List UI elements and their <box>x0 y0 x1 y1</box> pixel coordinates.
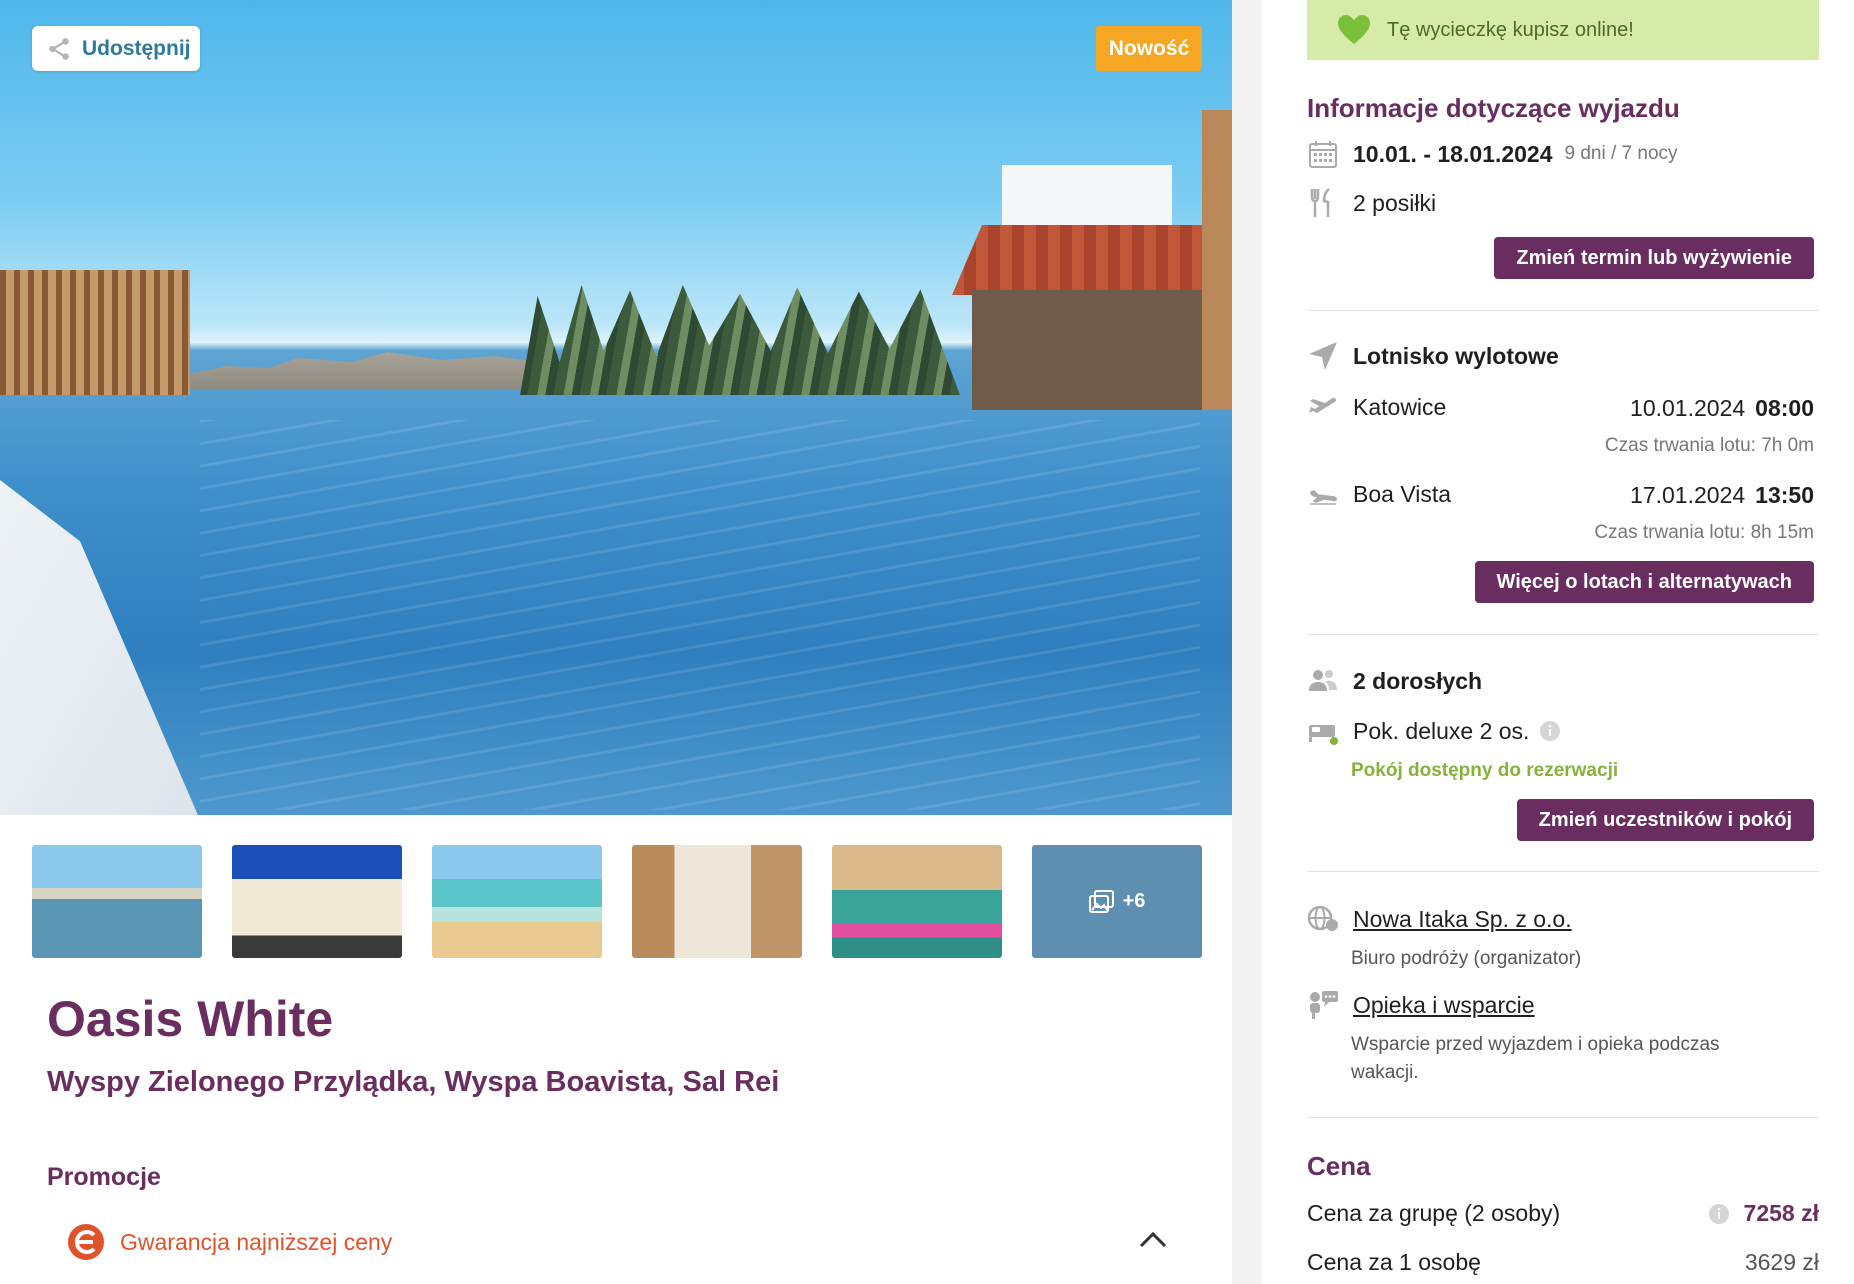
price-group-value: 7258 zł <box>1743 1200 1819 1226</box>
flight-return-time: 13:50 <box>1755 482 1814 508</box>
organizer-description: Biuro podróży (organizator) <box>1351 948 1582 969</box>
flight-return-date: 17.01.2024 <box>1630 482 1746 508</box>
promotions-title: Promocje <box>47 1163 161 1191</box>
photo-wall <box>1202 110 1232 410</box>
photo-fence <box>0 270 190 395</box>
info-icon[interactable] <box>1708 1203 1730 1225</box>
chevron-up-icon[interactable] <box>1138 1228 1168 1250</box>
people-icon <box>1309 670 1337 691</box>
price-person-label: Cena za 1 osobę <box>1307 1249 1481 1275</box>
online-banner-text: Tę wycieczkę kupisz online! <box>1387 18 1634 41</box>
promotion-item[interactable]: Gwarancja najniższej ceny <box>66 1222 392 1262</box>
hero-photo-pool[interactable]: Udostępnij Nowość <box>0 0 1232 815</box>
more-photos: +6 <box>1088 889 1146 914</box>
thumbnail-hotel[interactable] <box>232 845 402 958</box>
meals: 2 posiłki <box>1353 189 1437 216</box>
more-photos-count: +6 <box>1122 890 1146 912</box>
trip-dates: 10.01. - 18.01.2024 <box>1353 140 1553 167</box>
flight-outbound-time: 08:00 <box>1755 395 1814 421</box>
trip-dates-row: 10.01. - 18.01.2024 9 dni / 7 nocy <box>1307 138 1678 170</box>
price-guarantee-icon <box>68 1224 104 1260</box>
thumbnail-lobby[interactable] <box>632 845 802 958</box>
thumbnail-restaurant[interactable] <box>832 845 1002 958</box>
thumbnail-harbor[interactable] <box>32 845 202 958</box>
participants: 2 dorosłych <box>1353 668 1482 695</box>
flight-return-duration: Czas trwania lotu: 8h 15m <box>1594 522 1814 543</box>
divider <box>1307 634 1819 635</box>
divider <box>1307 310 1819 311</box>
organizer-link[interactable]: Nowa Itaka Sp. z o.o. <box>1353 906 1572 933</box>
navigation-arrow-icon <box>1309 342 1337 370</box>
heart-icon <box>1338 15 1370 44</box>
participants-row: 2 dorosłych <box>1307 665 1482 697</box>
share-icon <box>49 37 69 60</box>
flight-outbound-row: Katowice <box>1307 391 1446 423</box>
more-flights-button[interactable]: Więcej o lotach i alternatywach <box>1474 561 1814 603</box>
plane-takeoff-icon <box>1309 398 1337 413</box>
room-type: Pok. deluxe 2 os. <box>1353 717 1530 744</box>
plane-landing-icon <box>1310 490 1337 505</box>
price-group-row: Cena za grupę (2 osoby) 7258 zł <box>1307 1200 1819 1227</box>
flight-outbound-date: 10.01.2024 <box>1630 395 1746 421</box>
online-purchase-banner: Tę wycieczkę kupisz online! <box>1307 0 1819 60</box>
globe-icon <box>1307 905 1338 931</box>
room-availability: Pokój dostępny do rezerwacji <box>1351 760 1619 781</box>
gallery-icon <box>1088 889 1114 913</box>
photo-deck <box>0 480 200 815</box>
divider <box>1307 871 1819 872</box>
participants-count: 2 dorosłych <box>1353 667 1483 694</box>
calendar-icon <box>1309 141 1337 168</box>
flight-return-city: Boa Vista <box>1353 480 1452 507</box>
hotel-name: Oasis White <box>47 991 334 1047</box>
booking-sidebar: Tę wycieczkę kupisz online! Informacje d… <box>1262 0 1854 1284</box>
flight-outbound-datetime: 10.01.2024 08:00 <box>1630 395 1814 422</box>
info-icon[interactable] <box>1539 720 1561 742</box>
flight-outbound-duration: Czas trwania lotu: 7h 0m <box>1604 435 1814 456</box>
thumbnail-beach[interactable] <box>432 845 602 958</box>
photo-skyline <box>190 352 550 390</box>
support-link[interactable]: Opieka i wsparcie <box>1353 992 1535 1019</box>
price-person-value: 3629 zł <box>1744 1249 1819 1275</box>
share-label: Udostępnij <box>82 36 191 60</box>
room-row: Pok. deluxe 2 os. <box>1307 715 1561 747</box>
photo-plants <box>520 285 960 395</box>
new-badge: Nowość <box>1096 26 1202 71</box>
price-group-label: Cena za grupę (2 osoby) <box>1307 1200 1561 1226</box>
organizer-row: Nowa Itaka Sp. z o.o. <box>1307 903 1572 935</box>
change-room-button[interactable]: Zmień uczestników i pokój <box>1516 799 1814 841</box>
price-person-row: Cena za 1 osobę 3629 zł <box>1307 1249 1819 1276</box>
trip-info-title: Informacje dotyczące wyjazdu <box>1307 93 1680 123</box>
meals-row: 2 posiłki <box>1307 187 1436 219</box>
cutlery-icon <box>1310 188 1330 217</box>
divider <box>1307 1117 1819 1118</box>
support-row: Opieka i wsparcie <box>1307 989 1535 1021</box>
support-description: Wsparcie przed wyjazdem i opieka podczas… <box>1351 1034 1720 1083</box>
price-title: Cena <box>1307 1151 1371 1181</box>
promotion-label: Gwarancja najniższej ceny <box>120 1228 393 1255</box>
support-agent-icon <box>1310 991 1338 1019</box>
share-button[interactable]: Udostępnij <box>32 26 200 71</box>
airport-title: Lotnisko wylotowe <box>1353 342 1559 369</box>
airport-title-row: Lotnisko wylotowe <box>1307 340 1559 372</box>
trip-duration: 9 dni / 7 nocy <box>1564 143 1678 164</box>
change-date-button[interactable]: Zmień termin lub wyżywienie <box>1494 237 1814 279</box>
offer-main-column: Udostępnij Nowość +6 Oasis White Wyspy Z… <box>0 0 1232 1284</box>
bed-icon <box>1309 725 1338 745</box>
flight-return-row: Boa Vista <box>1307 478 1451 510</box>
hotel-location: Wyspy Zielonego Przylądka, Wyspa Boavist… <box>47 1066 780 1098</box>
thumbnail-more-photos[interactable]: +6 <box>1032 845 1202 958</box>
photo-roof <box>952 225 1202 295</box>
photo-house <box>972 290 1202 410</box>
photo-water <box>200 420 1200 810</box>
flight-outbound-city: Katowice <box>1353 393 1447 420</box>
flight-return-datetime: 17.01.2024 13:50 <box>1630 482 1814 509</box>
